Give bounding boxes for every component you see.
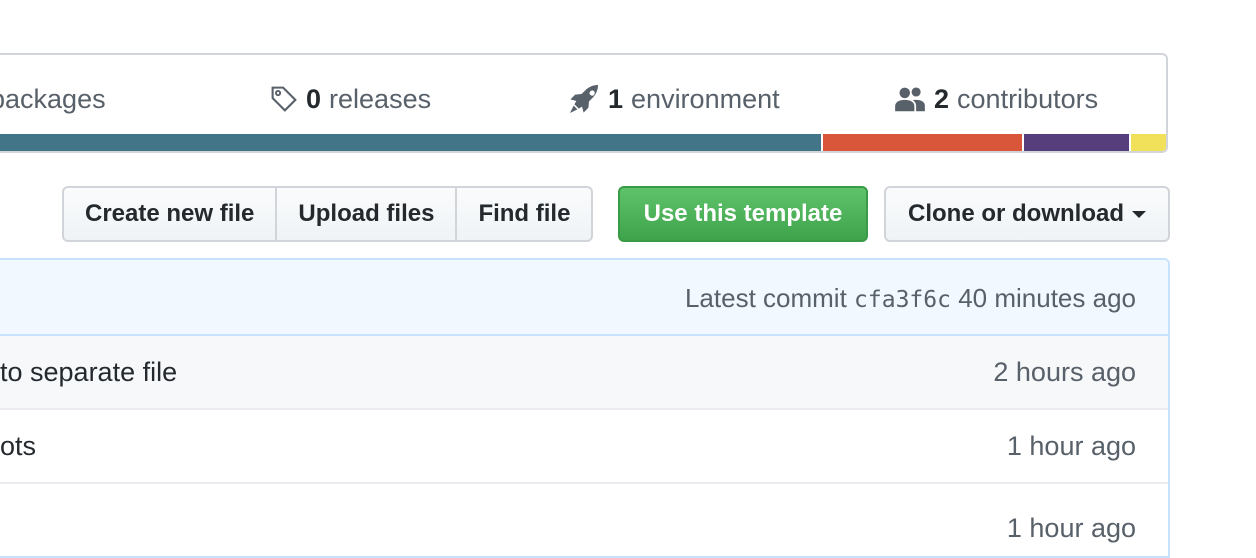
- contributors-count: 2: [934, 84, 950, 114]
- releases-link[interactable]: 0 releases: [270, 79, 431, 119]
- latest-commit-prefix: Latest commit: [684, 283, 847, 313]
- caret-down-icon: [1132, 211, 1146, 219]
- latest-commit-info: Latest commit cfa3f6c 40 minutes ago: [685, 260, 1136, 338]
- commit-age: 40 minutes ago: [958, 283, 1136, 313]
- language-bar-segment[interactable]: [1021, 134, 1129, 151]
- rocket-icon: [568, 83, 600, 115]
- contributors-label: contributors: [957, 84, 1099, 114]
- tag-icon: [270, 85, 298, 113]
- file-list: Latest commit cfa3f6c 40 minutes ago to …: [0, 258, 1170, 558]
- language-bar-segment[interactable]: [820, 134, 1022, 151]
- commit-sha-link[interactable]: cfa3f6c: [854, 287, 951, 313]
- use-template-label: Use this template: [643, 200, 843, 227]
- table-row: to separate file 2 hours ago: [0, 336, 1168, 410]
- people-icon: [894, 85, 926, 113]
- commit-age: 1 hour ago: [1006, 513, 1136, 543]
- commit-message-link[interactable]: to separate file: [0, 336, 177, 408]
- language-bar-segment[interactable]: [1128, 134, 1166, 151]
- find-file-button[interactable]: Find file: [455, 188, 591, 240]
- language-bar[interactable]: [0, 134, 1166, 151]
- clone-or-download-button[interactable]: Clone or download: [884, 186, 1170, 242]
- upload-files-button[interactable]: Upload files: [275, 188, 455, 240]
- commit-age: 2 hours ago: [993, 357, 1136, 387]
- contributors-link[interactable]: 2 contributors: [894, 79, 1098, 119]
- environment-label: environment: [631, 84, 780, 114]
- releases-label: releases: [329, 84, 432, 114]
- table-row: 1 hour ago: [0, 484, 1168, 556]
- language-bar-segment[interactable]: [0, 134, 821, 151]
- clone-or-download-label: Clone or download: [908, 200, 1124, 227]
- commit-message-link[interactable]: ots: [0, 410, 36, 482]
- repo-summary: packages 0 releases 1 environment 2 cont…: [0, 53, 1168, 153]
- table-row: ots 1 hour ago: [0, 410, 1168, 484]
- releases-count: 0: [306, 84, 322, 114]
- environment-count: 1: [608, 84, 624, 114]
- environment-link[interactable]: 1 environment: [568, 79, 780, 119]
- use-template-button[interactable]: Use this template: [618, 186, 868, 242]
- file-actions-group: Create new file Upload files Find file: [62, 186, 594, 242]
- commit-age: 1 hour ago: [1006, 431, 1136, 461]
- create-new-file-button[interactable]: Create new file: [64, 188, 275, 240]
- packages-label: packages: [0, 84, 106, 114]
- latest-commit-bar: Latest commit cfa3f6c 40 minutes ago: [0, 260, 1168, 336]
- packages-link[interactable]: packages: [0, 79, 106, 119]
